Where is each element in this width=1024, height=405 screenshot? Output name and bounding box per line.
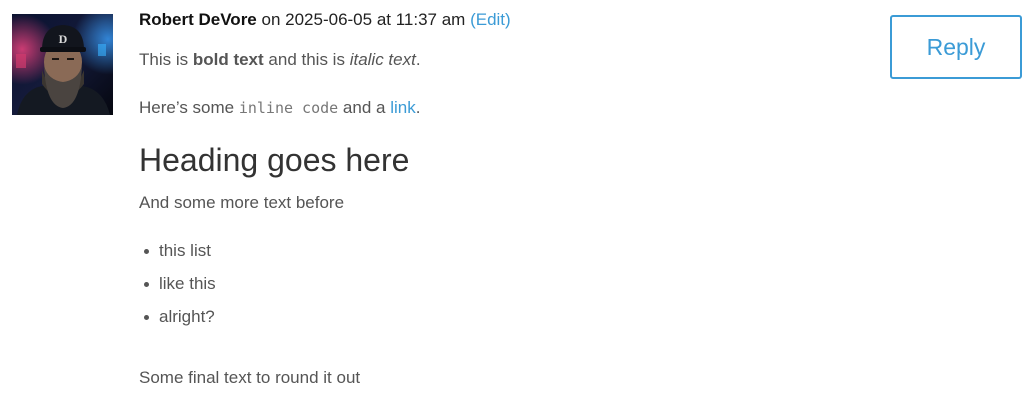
paragraph-final: Some final text to round it out xyxy=(139,368,361,387)
list-item: like this xyxy=(139,273,216,295)
inline-code: inline code xyxy=(238,99,339,117)
comment-heading: Heading goes here xyxy=(139,142,410,178)
bullet-icon xyxy=(144,249,149,254)
list-item-text: like this xyxy=(159,274,216,293)
text-segment: This is xyxy=(139,50,193,69)
list-item-text: this list xyxy=(159,241,211,260)
bullet-list: this list like this alright? xyxy=(139,240,216,339)
comment-author[interactable]: Robert DeVore xyxy=(139,10,257,29)
paragraph-before-list: And some more text before xyxy=(139,193,345,212)
bullet-icon xyxy=(144,282,149,287)
comment-meta: Robert DeVore on 2025-06-05 at 11:37 am … xyxy=(139,9,859,31)
bullet-icon xyxy=(144,315,149,320)
paragraph-code-link: Here’s some inline code and a link. xyxy=(139,97,420,119)
text-segment: . xyxy=(415,50,421,69)
text-segment: and this is xyxy=(263,50,350,69)
comment-date: on 2025-06-05 at 11:37 am xyxy=(261,10,466,29)
avatar: D xyxy=(12,14,113,115)
text-segment: and a xyxy=(338,98,391,117)
list-item: alright? xyxy=(139,306,216,328)
list-item: this list xyxy=(139,240,216,262)
italic-text: italic text xyxy=(349,50,416,69)
paragraph-formatting: This is bold text and this is italic tex… xyxy=(139,49,421,71)
text-segment: Here’s some xyxy=(139,98,239,117)
body-link[interactable]: link xyxy=(390,98,416,117)
edit-link[interactable]: (Edit) xyxy=(470,10,511,29)
svg-text:D: D xyxy=(59,32,68,46)
list-item-text: alright? xyxy=(159,307,215,326)
user-avatar-photo-icon: D xyxy=(12,14,113,115)
comment-body: Robert DeVore on 2025-06-05 at 11:37 am … xyxy=(139,9,859,387)
text-segment: . xyxy=(415,98,421,117)
reply-button[interactable]: Reply xyxy=(890,15,1022,79)
bold-text: bold text xyxy=(192,50,264,69)
